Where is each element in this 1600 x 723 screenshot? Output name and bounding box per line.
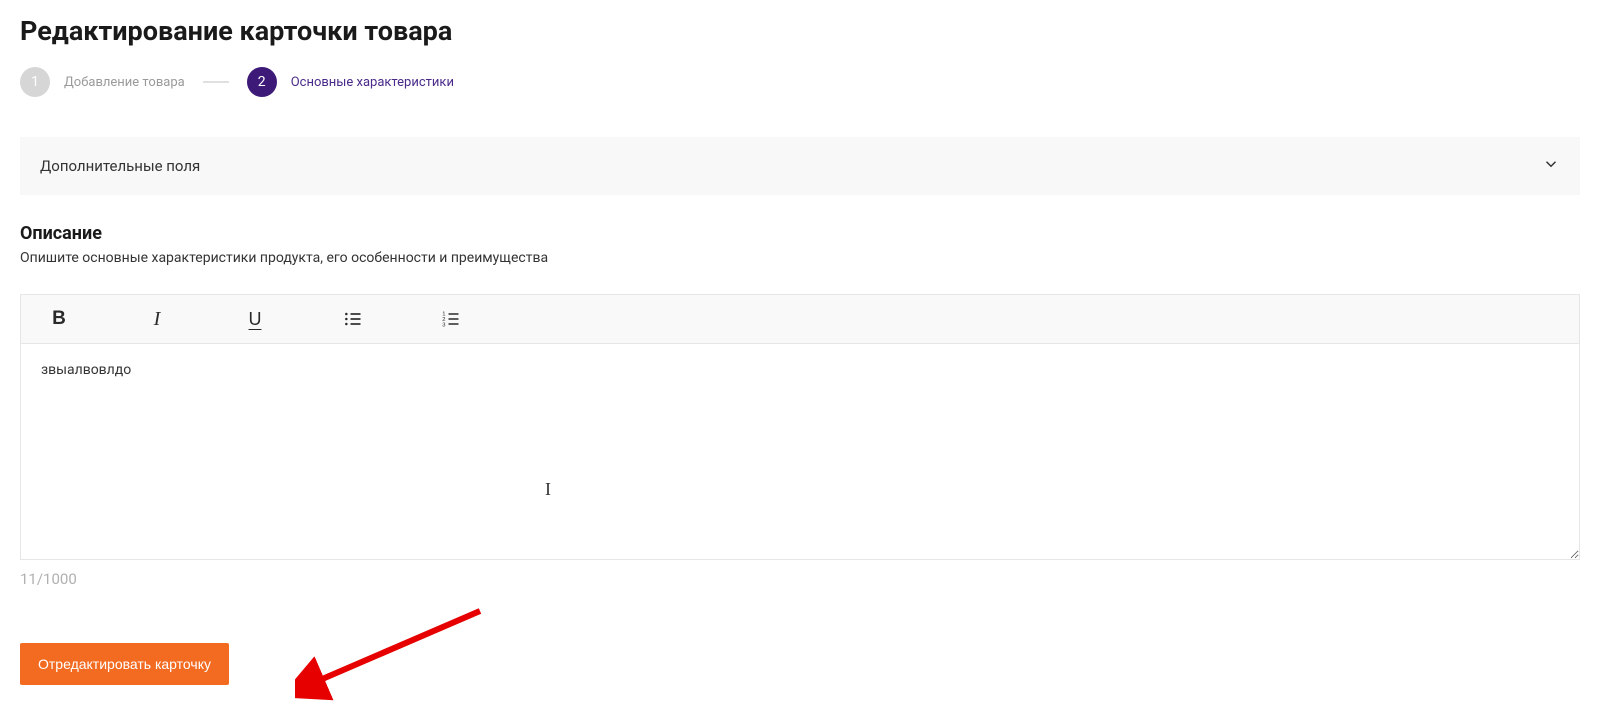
accordion-label: Дополнительные поля (40, 157, 200, 175)
italic-button[interactable]: I (143, 305, 171, 333)
step-2[interactable]: 2 Основные характеристики (247, 67, 454, 97)
step-2-circle: 2 (247, 67, 277, 97)
numbered-list-icon: 1 2 3 (441, 309, 461, 329)
step-2-label: Основные характеристики (291, 75, 454, 90)
svg-text:3: 3 (442, 323, 445, 329)
step-1-circle: 1 (20, 67, 50, 97)
edit-card-button[interactable]: Отредактировать карточку (20, 643, 229, 685)
numbered-list-button[interactable]: 1 2 3 (437, 305, 465, 333)
bullet-list-button[interactable] (339, 305, 367, 333)
step-1-label: Добавление товара (64, 75, 185, 90)
annotation-arrow-icon (295, 603, 495, 713)
editor-toolbar: B I U 1 2 3 (21, 295, 1579, 344)
character-counter: 11/1000 (20, 570, 1580, 588)
underline-button[interactable]: U (241, 305, 269, 333)
rich-text-editor: B I U 1 2 3 (20, 294, 1580, 560)
description-title: Описание (20, 223, 1580, 244)
bullet-list-icon (343, 309, 363, 329)
stepper: 1 Добавление товара 2 Основные характери… (20, 67, 1580, 97)
step-connector (203, 81, 229, 83)
step-1[interactable]: 1 Добавление товара (20, 67, 185, 97)
page-title: Редактирование карточки товара (20, 15, 1580, 47)
description-textarea[interactable]: звыалвовлдо (21, 344, 1579, 559)
bold-button[interactable]: B (45, 305, 73, 333)
additional-fields-accordion[interactable]: Дополнительные поля (20, 137, 1580, 195)
chevron-down-icon (1542, 155, 1560, 177)
description-hint: Опишите основные характеристики продукта… (20, 250, 1580, 266)
